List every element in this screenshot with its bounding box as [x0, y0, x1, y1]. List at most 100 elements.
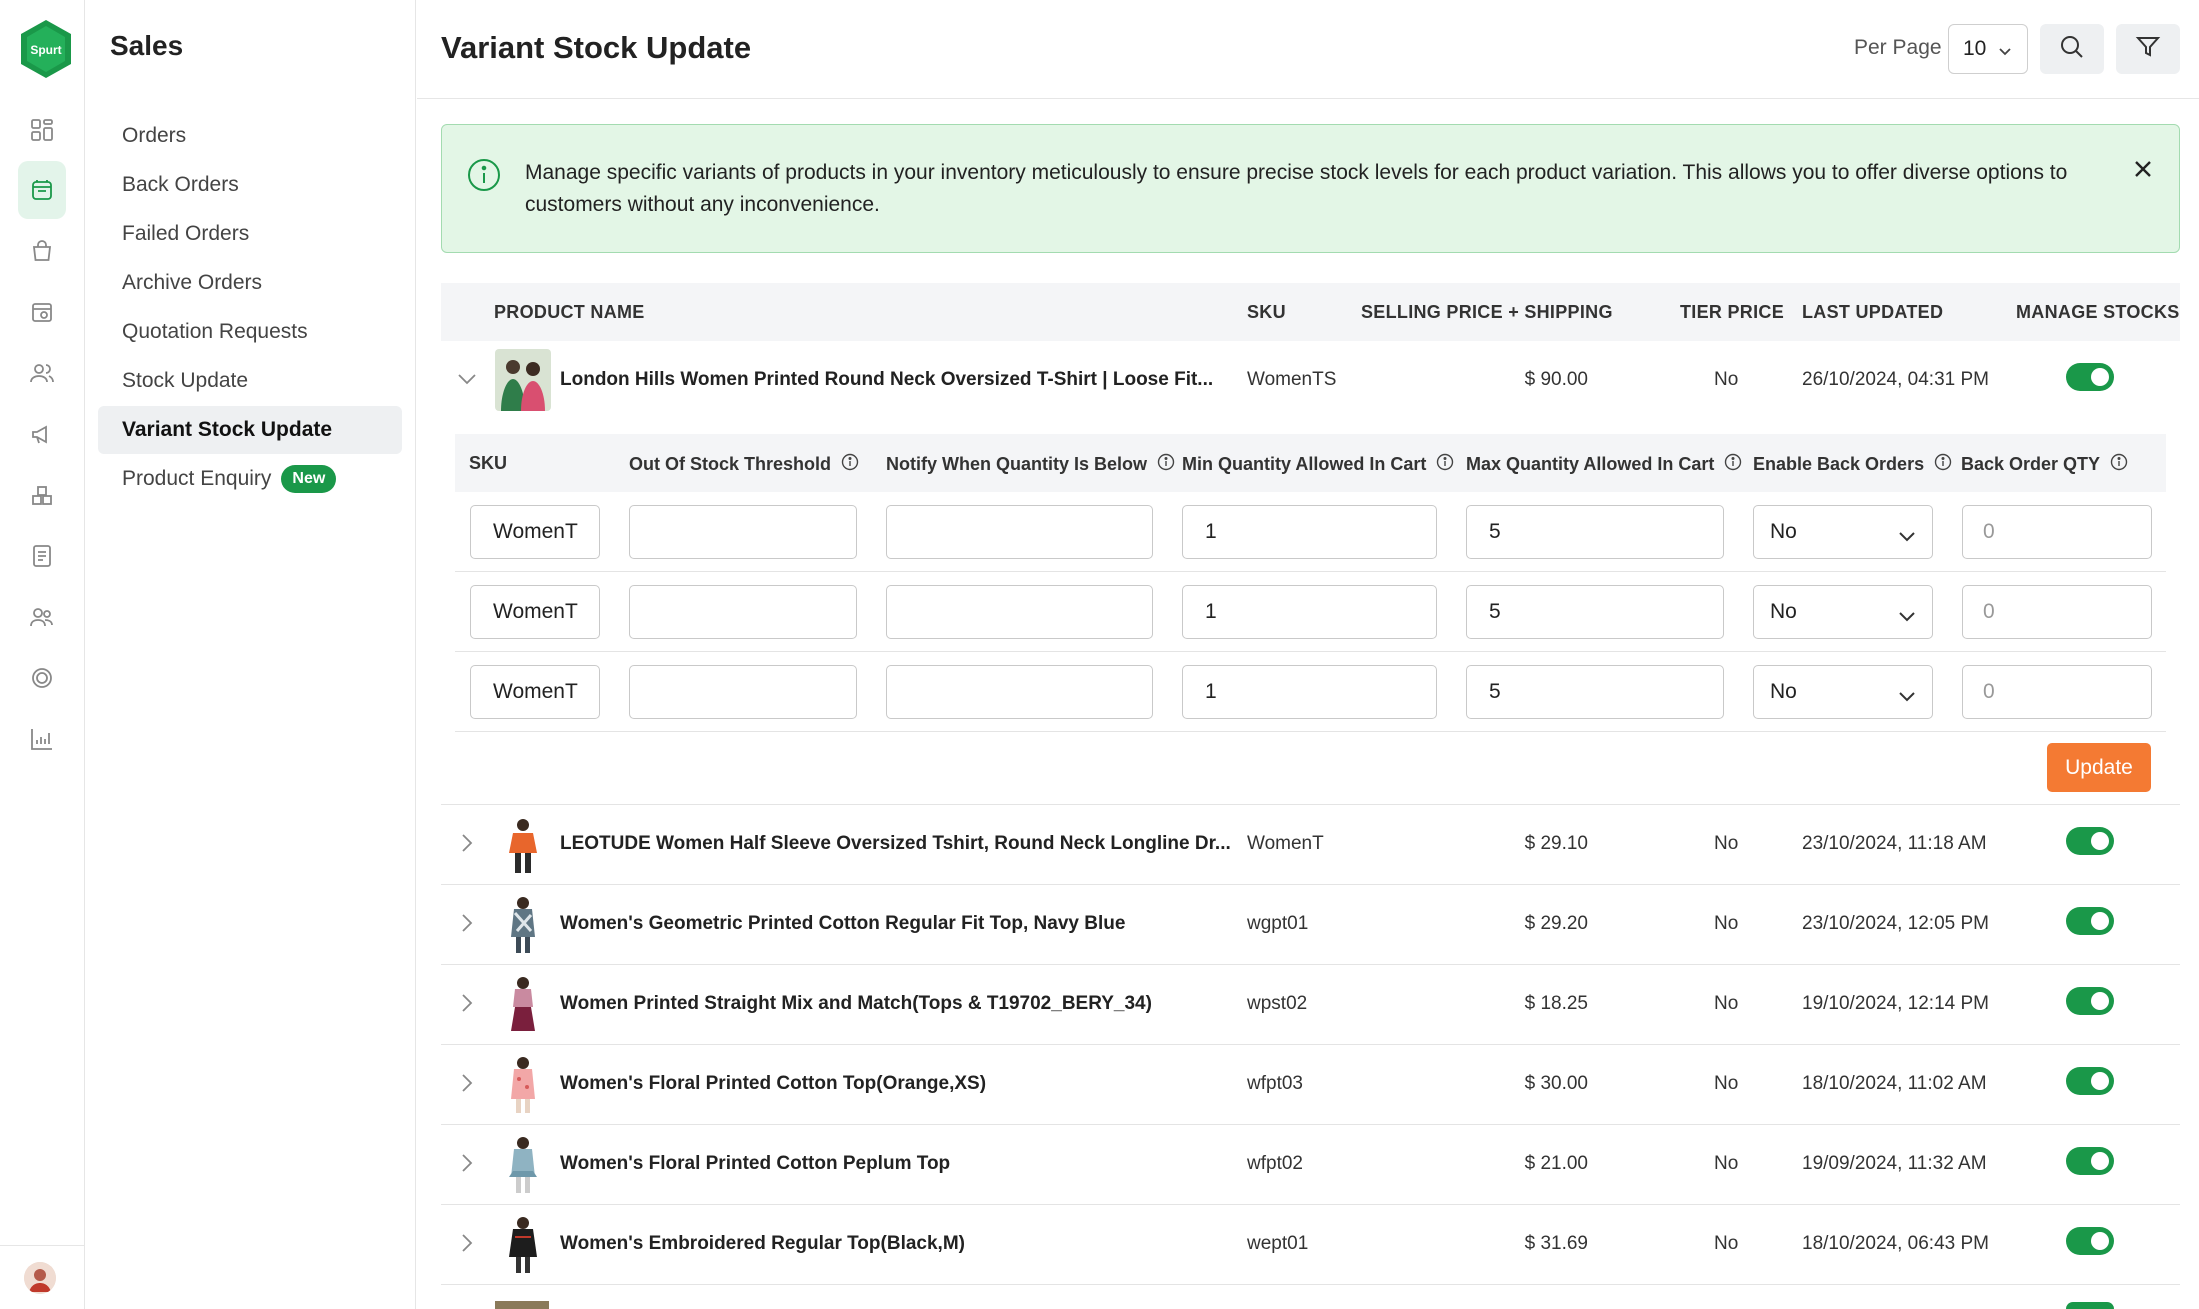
min-qty-input[interactable]: 1 [1182, 665, 1437, 719]
manage-stock-toggle[interactable] [2066, 1302, 2114, 1309]
threshold-input[interactable] [629, 585, 857, 639]
table-row[interactable]: Women's Embroidered Regular Top(Black,M)… [441, 1205, 2180, 1285]
last-updated: 19/10/2024, 12:14 PM [1802, 993, 1989, 1014]
table-row[interactable]: Women's Floral Printed Cotton Peplum Top… [441, 1125, 2180, 1205]
chevron-down-icon [1997, 41, 2013, 65]
col-variant-sku: SKU [469, 453, 508, 473]
notify-input[interactable] [886, 505, 1153, 559]
product-name[interactable]: Women's Embroidered Regular Top(Black,M) [560, 1233, 965, 1255]
col-manage-stocks[interactable]: MANAGE STOCKS [2016, 302, 2180, 323]
manage-stock-toggle[interactable] [2066, 907, 2114, 935]
product-name[interactable]: London Hills Women Printed Round Neck Ov… [560, 369, 1213, 391]
back-order-qty-input[interactable]: 0 [1962, 585, 2152, 639]
col-price[interactable]: SELLING PRICE + SHIPPING [1361, 302, 1613, 323]
back-order-qty-input[interactable]: 0 [1962, 665, 2152, 719]
sidebar-item-stock-update[interactable]: Stock Update [98, 357, 402, 405]
chevron-down-icon[interactable] [455, 367, 479, 396]
search-icon [2059, 34, 2085, 65]
max-qty-input[interactable]: 5 [1466, 585, 1724, 639]
variant-sku-field[interactable]: WomenT [470, 505, 600, 559]
info-icon[interactable] [1436, 453, 1454, 476]
search-button[interactable] [2040, 24, 2104, 74]
info-icon[interactable] [1157, 453, 1175, 476]
back-orders-select[interactable]: No [1753, 585, 1933, 639]
info-icon[interactable] [2110, 453, 2128, 476]
col-sku[interactable]: SKU [1247, 302, 1286, 323]
sidebar-item-archive-orders[interactable]: Archive Orders [98, 259, 402, 307]
product-name[interactable]: Women's Floral Printed Cotton Peplum Top [560, 1153, 950, 1175]
chevron-right-icon[interactable] [455, 1231, 479, 1260]
dashboard-icon[interactable] [18, 101, 66, 159]
chart-icon[interactable] [18, 710, 66, 768]
info-icon[interactable] [1934, 453, 1952, 476]
manage-stock-toggle[interactable] [2066, 987, 2114, 1015]
max-qty-input[interactable]: 5 [1466, 665, 1724, 719]
product-name[interactable]: Women's Geometric Printed Cotton Regular… [560, 913, 1125, 935]
threshold-input[interactable] [629, 505, 857, 559]
variant-sku-field[interactable]: WomenT [470, 665, 600, 719]
chevron-right-icon[interactable] [455, 831, 479, 860]
manage-stock-toggle[interactable] [2066, 1227, 2114, 1255]
boxes-icon[interactable] [18, 466, 66, 524]
avatar[interactable] [24, 1262, 56, 1294]
sidebar-item-variant-stock-update[interactable]: Variant Stock Update [98, 406, 402, 454]
min-qty-input[interactable]: 1 [1182, 585, 1437, 639]
close-icon[interactable] [2131, 157, 2155, 186]
manage-stock-toggle[interactable] [2066, 363, 2114, 391]
threshold-input[interactable] [629, 665, 857, 719]
notify-input[interactable] [886, 665, 1153, 719]
users-icon[interactable] [18, 344, 66, 402]
variant-table-header: SKU Out Of Stock Threshold Notify When Q… [455, 434, 2166, 492]
notify-input[interactable] [886, 585, 1153, 639]
variant-sku-field[interactable]: WomenT [470, 585, 600, 639]
col-tier-price[interactable]: TIER PRICE [1680, 302, 1784, 323]
megaphone-icon[interactable] [18, 405, 66, 463]
store-icon[interactable] [18, 283, 66, 341]
table-row[interactable]: Women's Floral Printed Cotton Top(Orange… [441, 1045, 2180, 1125]
shopping-bag-icon[interactable] [18, 222, 66, 280]
coin-icon[interactable] [18, 649, 66, 707]
max-qty-input[interactable]: 5 [1466, 505, 1724, 559]
sidebar-item-product-enquiry[interactable]: Product Enquiry New [98, 455, 402, 503]
min-qty-input[interactable]: 1 [1182, 505, 1437, 559]
product-name[interactable]: Women Printed Straight Mix and Match(Top… [560, 993, 1152, 1015]
manage-stock-toggle[interactable] [2066, 1067, 2114, 1095]
table-header: PRODUCT NAME SKU SELLING PRICE + SHIPPIN… [441, 283, 2180, 341]
sidebar-item-orders[interactable]: Orders [98, 112, 402, 160]
chevron-right-icon[interactable] [455, 1071, 479, 1100]
section-sidebar: Sales Orders Back Orders Failed Orders A… [85, 0, 416, 1309]
update-button[interactable]: Update [2047, 743, 2151, 792]
sidebar-item-failed-orders[interactable]: Failed Orders [98, 210, 402, 258]
sidebar-item-label: Variant Stock Update [122, 418, 333, 441]
header-divider [417, 98, 2199, 99]
sales-icon[interactable] [18, 161, 66, 219]
table-row[interactable]: London Hills Women Printed Round Neck Ov… [441, 341, 2180, 421]
sidebar-item-back-orders[interactable]: Back Orders [98, 161, 402, 209]
back-orders-select[interactable]: No [1753, 665, 1933, 719]
info-icon[interactable] [1724, 453, 1742, 476]
manage-stock-toggle[interactable] [2066, 827, 2114, 855]
table-row[interactable]: Women's Geometric Printed Cotton Regular… [441, 885, 2180, 965]
info-icon[interactable] [841, 453, 859, 476]
spurt-logo[interactable]: Spurt [18, 18, 74, 80]
manage-stock-toggle[interactable] [2066, 1147, 2114, 1175]
col-product-name[interactable]: PRODUCT NAME [494, 302, 645, 323]
filter-button[interactable] [2116, 24, 2180, 74]
back-order-qty-input[interactable]: 0 [1962, 505, 2152, 559]
back-orders-select[interactable]: No [1753, 505, 1933, 559]
table-row[interactable]: Women Printed Straight Mix and Match(Top… [441, 965, 2180, 1045]
tier-price: No [1714, 1233, 1739, 1254]
per-page-select[interactable]: 10 [1948, 24, 2028, 74]
table-row[interactable]: LEOTUDE Women Half Sleeve Oversized Tshi… [441, 805, 2180, 885]
product-sku: WomenTS [1247, 369, 1337, 390]
chevron-right-icon[interactable] [455, 911, 479, 940]
chevron-right-icon[interactable] [455, 991, 479, 1020]
product-thumbnail [495, 1133, 551, 1195]
sidebar-item-quotation-requests[interactable]: Quotation Requests [98, 308, 402, 356]
col-last-updated[interactable]: LAST UPDATED [1802, 302, 1943, 323]
document-icon[interactable] [18, 527, 66, 585]
product-name[interactable]: Women's Floral Printed Cotton Top(Orange… [560, 1073, 986, 1095]
team-icon[interactable] [18, 588, 66, 646]
chevron-right-icon[interactable] [455, 1151, 479, 1180]
product-name[interactable]: LEOTUDE Women Half Sleeve Oversized Tshi… [560, 833, 1231, 855]
